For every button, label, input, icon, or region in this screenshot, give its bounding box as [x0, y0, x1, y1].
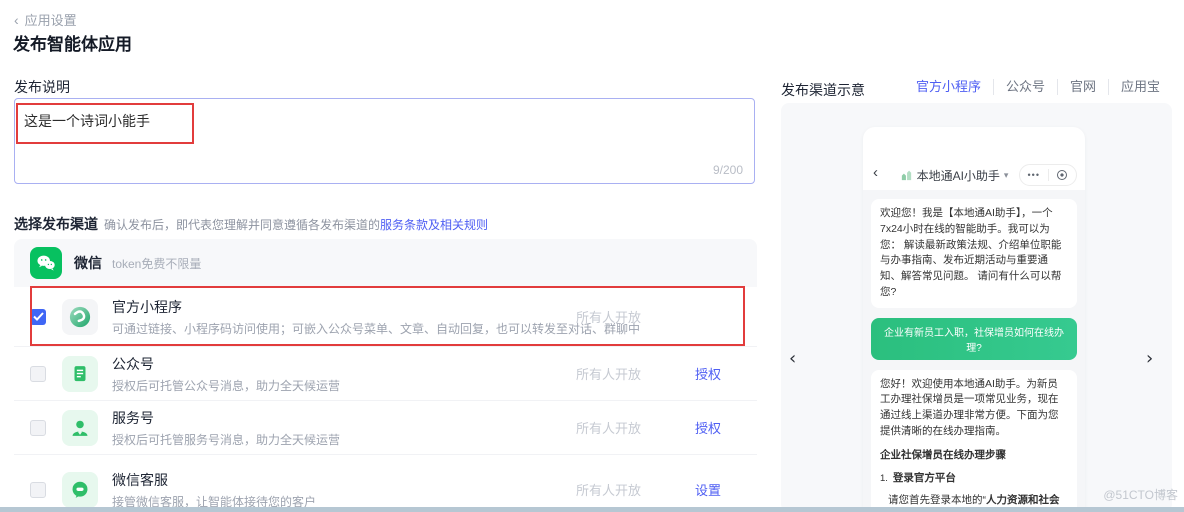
channel-row-service-account[interactable]: 服务号 授权后可托管服务号消息，助力全天候运营 所有人开放 授权 — [14, 400, 757, 454]
answer-heading: 企业社保增员在线办理步骤 — [880, 448, 1068, 464]
tab-official-account[interactable]: 公众号 — [993, 79, 1057, 95]
step1-title: 登录官方平台 — [893, 472, 956, 484]
service-account-icon — [62, 410, 98, 446]
channel-row-wecom-service[interactable]: 微信客服 接管微信客服，让智能体接待您的客户 所有人开放 设置 — [14, 454, 757, 512]
channel-row-miniprogram[interactable]: 官方小程序 可通过链接、小程序码访问使用；可嵌入公众号菜单、文章、自动回复，也可… — [14, 287, 757, 346]
publish-desc-label: 发布说明 — [14, 77, 70, 97]
service-account-scope: 所有人开放 — [576, 418, 671, 437]
char-counter: 9/200 — [713, 163, 743, 177]
tab-website[interactable]: 官网 — [1057, 79, 1108, 95]
official-account-scope: 所有人开放 — [576, 364, 671, 383]
preview-tabs: 官方小程序 公众号 官网 应用宝 — [904, 79, 1172, 95]
service-account-title: 服务号 — [112, 408, 576, 428]
tab-appstore[interactable]: 应用宝 — [1108, 79, 1172, 95]
official-account-desc: 授权后可托管公众号消息，助力全天候运营 — [112, 377, 576, 394]
miniprogram-scope: 所有人开放 — [576, 307, 671, 326]
wecom-service-checkbox[interactable] — [30, 482, 46, 498]
miniprogram-checkbox[interactable] — [30, 309, 46, 325]
back-chevron-icon: ‹ — [14, 12, 19, 28]
miniprogram-capsule: ••• — [1019, 164, 1077, 186]
service-account-desc: 授权后可托管服务号消息，助力全天候运营 — [112, 431, 576, 448]
wechat-group-name: 微信 — [74, 253, 102, 273]
service-account-checkbox[interactable] — [30, 420, 46, 436]
horizontal-scrollbar[interactable] — [0, 507, 1184, 512]
breadcrumb-label: 应用设置 — [25, 13, 77, 28]
phone-app-title[interactable]: 本地通AI小助手 — [917, 167, 1000, 184]
official-account-icon — [62, 356, 98, 392]
wechat-icon — [30, 247, 62, 279]
publish-desc-textarea[interactable]: 这是一个诗词小能手 9/200 — [14, 98, 755, 184]
channel-section-title: 选择发布渠道 — [14, 216, 98, 232]
publish-desc-value: 这是一个诗词小能手 — [24, 111, 150, 131]
miniprogram-desc: 可通过链接、小程序码访问使用；可嵌入公众号菜单、文章、自动回复，也可以转发至对话… — [112, 320, 576, 337]
phone-back-icon[interactable]: ‹ — [873, 164, 878, 181]
caret-down-icon: ▾ — [1004, 170, 1009, 181]
more-menu-icon[interactable]: ••• — [1020, 170, 1048, 180]
answer-intro: 您好！欢迎使用本地通AI助手。为新员工办理社保增员是一项常见业务，现在通过线上渠… — [880, 377, 1068, 440]
page-title: 发布智能体应用 — [13, 30, 132, 55]
wecom-service-settings-link[interactable]: 设置 — [695, 480, 741, 499]
chat-welcome-bubble: 欢迎您！我是【本地通AI助手】，一个7x24小时在线的智能助手。我可以为您： 解… — [871, 199, 1077, 308]
chat-question-bubble[interactable]: 企业有新员工入职，社保增员如何在线办理? — [871, 318, 1077, 360]
miniprogram-icon — [62, 299, 98, 335]
chat-answer-bubble: 您好！欢迎使用本地通AI助手。为新员工办理社保增员是一项常见业务，现在通过线上渠… — [871, 370, 1077, 512]
carousel-next-icon[interactable]: › — [1146, 348, 1153, 369]
phone-header: ‹ 本地通AI小助手 ▾ ••• — [863, 160, 1085, 190]
wecom-service-icon — [62, 472, 98, 508]
terms-link[interactable]: 服务条款及相关规则 — [380, 218, 488, 232]
preview-section-title: 发布渠道示意 — [781, 80, 865, 100]
official-account-authorize-link[interactable]: 授权 — [695, 364, 741, 383]
chat-area: 欢迎您！我是【本地通AI助手】，一个7x24小时在线的智能助手。我可以为您： 解… — [863, 190, 1085, 512]
wechat-group-header: 微信 token免费不限量 — [14, 239, 757, 287]
welcome-text: 欢迎您！我是【本地通AI助手】，一个7x24小时在线的智能助手。我可以为您： 解… — [880, 207, 1061, 298]
phone-mockup: ‹ 本地通AI小助手 ▾ ••• 欢迎您！我是【本地通AI助手】，一个7x24小… — [863, 127, 1085, 512]
channel-row-official-account[interactable]: 公众号 授权后可托管公众号消息，助力全天候运营 所有人开放 授权 — [14, 346, 757, 400]
channel-section-header: 选择发布渠道确认发布后，即代表您理解并同意遵循各发布渠道的服务条款及相关规则 — [14, 214, 488, 234]
wecom-service-title: 微信客服 — [112, 470, 576, 490]
breadcrumb[interactable]: ‹ 应用设置 — [14, 10, 77, 29]
step1-number: 1. — [880, 473, 888, 484]
watermark: @51CTO博客 — [1103, 486, 1178, 503]
wecom-service-scope: 所有人开放 — [576, 480, 671, 499]
app-logo-icon — [900, 169, 913, 182]
channel-section-note: 确认发布后，即代表您理解并同意遵循各发布渠道的 — [104, 218, 380, 232]
carousel-prev-icon[interactable]: ‹ — [789, 348, 796, 369]
close-target-icon[interactable] — [1049, 170, 1077, 180]
miniprogram-title: 官方小程序 — [112, 297, 576, 317]
official-account-title: 公众号 — [112, 354, 576, 374]
service-account-authorize-link[interactable]: 授权 — [695, 418, 741, 437]
wechat-channel-card: 微信 token免费不限量 官方小程序 可通过链接、小程序码访问使用；可嵌入公众… — [14, 239, 757, 512]
wechat-token-note: token免费不限量 — [112, 255, 201, 272]
tab-miniprogram[interactable]: 官方小程序 — [904, 79, 993, 95]
official-account-checkbox[interactable] — [30, 366, 46, 382]
